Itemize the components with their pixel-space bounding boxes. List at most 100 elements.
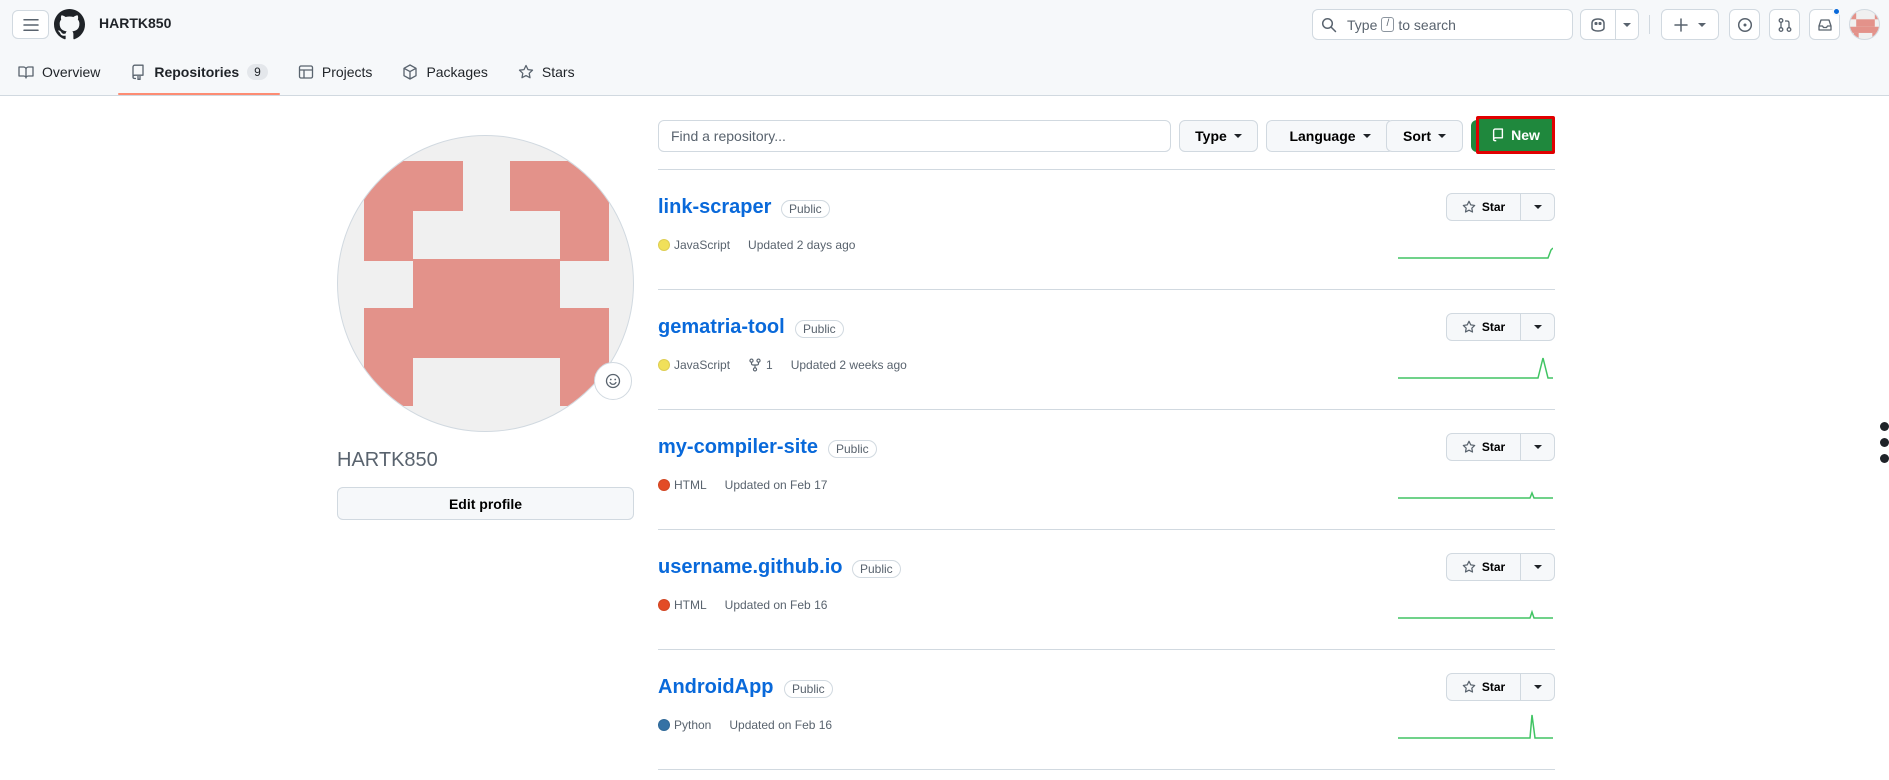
repo-list-item: username.github.io Public HTML Updated o… <box>658 530 1555 650</box>
forks-count[interactable]: 1 <box>748 358 773 372</box>
notification-indicator <box>1832 7 1841 16</box>
tab-label: Packages <box>426 64 488 80</box>
tab-packages[interactable]: Packages <box>390 56 499 88</box>
search-prefix-text: Type <box>1347 16 1378 33</box>
type-filter-label: Type <box>1195 128 1227 144</box>
create-new-button[interactable] <box>1661 9 1719 40</box>
star-icon <box>518 64 534 79</box>
repo-list-item: my-compiler-site Public HTML Updated on … <box>658 410 1555 530</box>
language-color-dot <box>658 599 670 611</box>
repo-updated: Updated on Feb 16 <box>724 598 828 612</box>
search-suffix-text: to search <box>1398 16 1456 33</box>
app-header: HARTK850 Type / to search Overview Repos… <box>0 0 1889 96</box>
language-color-dot <box>658 239 670 251</box>
language-color-dot <box>658 719 670 731</box>
activity-sparkline <box>1398 490 1553 499</box>
copilot-button[interactable] <box>1580 9 1616 40</box>
owner-link[interactable]: HARTK850 <box>99 15 171 31</box>
star-lists-dropdown-button[interactable] <box>1520 433 1555 461</box>
repo-language: HTML <box>674 478 707 492</box>
tab-overview[interactable]: Overview <box>6 56 112 88</box>
identicon-icon <box>1850 13 1879 39</box>
set-status-button[interactable] <box>594 362 632 400</box>
visibility-badge: Public <box>852 560 901 578</box>
chevron-down-icon <box>1533 205 1542 209</box>
tab-stars[interactable]: Stars <box>506 56 587 88</box>
table-icon <box>298 65 314 79</box>
repo-name-link[interactable]: link-scraper <box>658 196 771 219</box>
copilot-icon <box>1591 17 1605 32</box>
tab-repositories[interactable]: Repositories 9 <box>118 56 280 95</box>
activity-sparkline <box>1398 357 1553 379</box>
star-button[interactable]: Star <box>1446 673 1521 701</box>
header-divider <box>1649 15 1650 34</box>
star-lists-dropdown-button[interactable] <box>1520 553 1555 581</box>
chevron-down-icon <box>1533 325 1542 329</box>
repo-name-link[interactable]: AndroidApp <box>658 676 774 699</box>
repo-meta: HTML Updated on Feb 17 <box>658 478 827 492</box>
type-filter-button[interactable]: Type <box>1179 120 1258 152</box>
hamburger-icon <box>22 18 39 31</box>
chevron-down-icon <box>1438 134 1446 138</box>
repo-meta: JavaScript Updated 2 days ago <box>658 238 855 252</box>
repo-icon <box>1493 128 1504 142</box>
new-repository-button[interactable]: New <box>1476 116 1555 154</box>
language-color-dot <box>658 479 670 491</box>
star-icon <box>1462 560 1476 573</box>
chevron-down-icon <box>1362 134 1371 138</box>
visibility-badge: Public <box>784 680 833 698</box>
pull-requests-button[interactable] <box>1769 9 1800 40</box>
star-button[interactable]: Star <box>1446 313 1521 341</box>
star-lists-dropdown-button[interactable] <box>1520 193 1555 221</box>
sort-label: Sort <box>1403 128 1431 144</box>
user-avatar[interactable] <box>1849 9 1880 40</box>
edit-profile-button[interactable]: Edit profile <box>337 487 634 520</box>
repo-updated: Updated on Feb 16 <box>729 718 833 732</box>
plus-icon <box>1674 17 1688 32</box>
star-label: Star <box>1481 440 1506 454</box>
star-icon <box>1462 320 1476 333</box>
repo-name-link[interactable]: username.github.io <box>658 556 842 579</box>
open-menu-button[interactable] <box>12 10 49 39</box>
chevron-down-icon <box>1533 685 1542 689</box>
repo-updated: Updated 2 weeks ago <box>790 358 907 372</box>
find-repository-input[interactable]: Find a repository... <box>658 120 1171 152</box>
repo-meta: Python Updated on Feb 16 <box>658 718 832 732</box>
repo-list-item: gematria-tool Public JavaScript 1 Update… <box>658 290 1555 410</box>
smiley-icon <box>605 373 621 389</box>
sort-button[interactable]: Sort <box>1386 120 1463 152</box>
activity-sparkline <box>1398 609 1553 619</box>
scroll-indicator[interactable] <box>1880 422 1889 470</box>
star-button[interactable]: Star <box>1446 193 1521 221</box>
star-lists-dropdown-button[interactable] <box>1520 313 1555 341</box>
chevron-down-icon <box>1533 445 1542 449</box>
search-input[interactable]: Type / to search <box>1312 9 1573 40</box>
language-filter-button[interactable]: Language <box>1266 120 1394 152</box>
repo-name-link[interactable]: gematria-tool <box>658 316 785 339</box>
forks-count-value: 1 <box>766 358 773 372</box>
star-icon <box>1462 200 1476 213</box>
visibility-badge: Public <box>828 440 877 458</box>
package-icon <box>403 64 418 80</box>
profile-tabs: Overview Repositories 9 Projects Package… <box>0 56 587 96</box>
tab-label: Overview <box>42 64 101 80</box>
repo-language: JavaScript <box>674 238 731 252</box>
repo-updated: Updated on Feb 17 <box>724 478 828 492</box>
star-label: Star <box>1481 320 1506 334</box>
star-lists-dropdown-button[interactable] <box>1520 673 1555 701</box>
repo-list-item: link-scraper Public JavaScript Updated 2… <box>658 170 1555 290</box>
chevron-down-icon <box>1623 22 1631 27</box>
profile-avatar[interactable] <box>337 135 634 432</box>
star-button[interactable]: Star <box>1446 553 1521 581</box>
tab-label: Projects <box>321 64 373 80</box>
new-button-label: New <box>1511 127 1540 143</box>
github-logo-icon[interactable] <box>54 9 85 40</box>
tab-projects[interactable]: Projects <box>286 56 385 88</box>
issue-opened-icon <box>1737 17 1752 32</box>
copilot-dropdown-button[interactable] <box>1615 9 1639 40</box>
repo-name-link[interactable]: my-compiler-site <box>658 436 818 459</box>
issues-button[interactable] <box>1729 9 1760 40</box>
star-button[interactable]: Star <box>1446 433 1521 461</box>
search-shortcut-key: / <box>1381 17 1395 32</box>
visibility-badge: Public <box>795 320 844 338</box>
